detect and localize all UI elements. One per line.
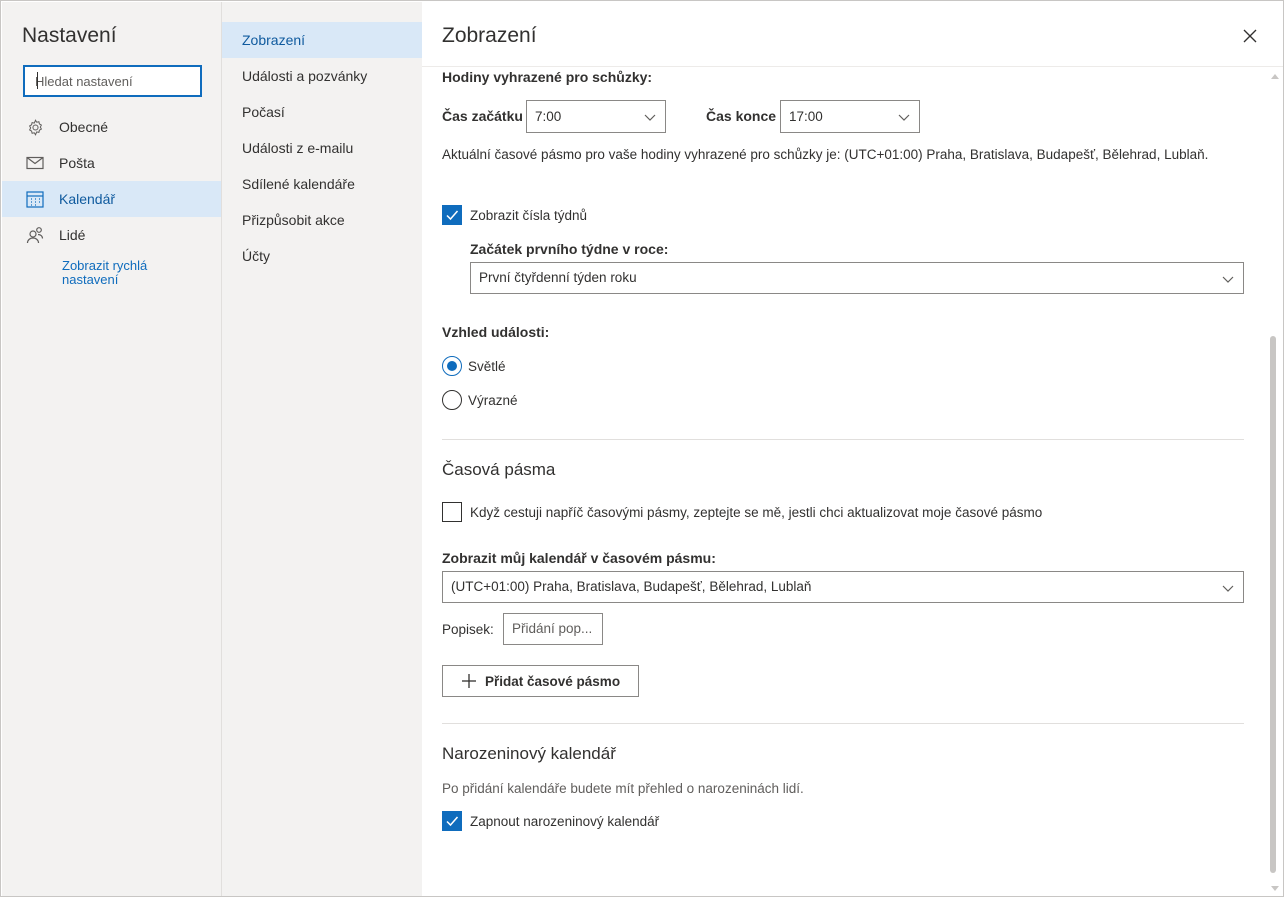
search-settings-input[interactable] xyxy=(23,65,202,97)
subsection-list: Zobrazení Události a pozvánky Počasí Udá… xyxy=(222,22,422,274)
appearance-light-label: Světlé xyxy=(468,359,506,374)
caption-label: Popisek: xyxy=(442,622,494,637)
scroll-up-arrow-icon[interactable] xyxy=(1271,74,1279,79)
close-icon[interactable] xyxy=(1240,26,1260,46)
time-zones-heading: Časová pásma xyxy=(442,460,556,479)
nav-item-calendar[interactable]: Kalendář xyxy=(2,181,221,217)
end-time-label: Čas konce xyxy=(706,108,777,124)
nav-item-mail[interactable]: Pošta xyxy=(2,145,221,181)
start-time-dropdown[interactable]: 7:00 xyxy=(526,100,666,133)
subnav-item-accounts[interactable]: Účty xyxy=(222,238,422,274)
scrollbar-thumb[interactable] xyxy=(1270,336,1276,873)
first-week-value: První čtyřdenní týden roku xyxy=(479,270,637,285)
nav-item-general[interactable]: Obecné xyxy=(2,109,221,145)
birthday-heading: Narozeninový kalendář xyxy=(442,744,616,763)
add-time-zone-button[interactable]: Přidat časové pásmo xyxy=(442,665,639,697)
chevron-down-icon xyxy=(898,114,910,121)
end-time-value: 17:00 xyxy=(789,109,823,124)
scrollbar[interactable] xyxy=(1267,68,1283,896)
section-divider xyxy=(442,439,1244,440)
settings-dialog: Nastavení Obecné xyxy=(0,0,1284,897)
chevron-down-icon xyxy=(1222,585,1234,592)
settings-title: Nastavení xyxy=(22,24,117,47)
subnav-item-customize-actions[interactable]: Přizpůsobit akce xyxy=(222,202,422,238)
calendar-subsection-nav: Zobrazení Události a pozvánky Počasí Udá… xyxy=(221,2,422,896)
first-week-label: Začátek prvního týdne v roce: xyxy=(470,241,669,257)
first-week-dropdown[interactable]: První čtyřdenní týden roku xyxy=(470,262,1244,294)
start-time-value: 7:00 xyxy=(535,109,562,124)
checkmark-icon xyxy=(446,210,459,221)
nav-item-label: Kalendář xyxy=(59,191,116,207)
display-timezone-value: (UTC+01:00) Praha, Bratislava, Budapešť,… xyxy=(451,579,812,594)
start-time-label: Čas začátku xyxy=(442,108,523,124)
subnav-item-events-from-email[interactable]: Události z e-mailu xyxy=(222,130,422,166)
settings-content-pane: Zobrazení Hodiny vyhrazené pro schůzky: … xyxy=(422,2,1283,896)
show-week-numbers-label: Zobrazit čísla týdnů xyxy=(470,208,588,223)
nav-item-label: Pošta xyxy=(59,155,95,171)
gear-icon xyxy=(26,118,44,136)
quick-settings-link[interactable]: Zobrazit rychlá nastavení xyxy=(62,259,202,287)
travel-timezone-label: Když cestuji napříč časovými pásmy, zept… xyxy=(470,505,1043,520)
subnav-item-weather[interactable]: Počasí xyxy=(222,94,422,130)
plus-icon xyxy=(462,674,476,688)
timezone-note: Aktuální časové pásmo pro vaše hodiny vy… xyxy=(442,147,1209,162)
pane-header: Zobrazení xyxy=(422,2,1283,67)
event-appearance-heading: Vzhled události: xyxy=(442,324,550,340)
checkmark-icon xyxy=(446,816,459,827)
birthday-calendar-label: Zapnout narozeninový kalendář xyxy=(470,814,660,829)
chevron-down-icon xyxy=(644,114,656,121)
subnav-item-shared-calendars[interactable]: Sdílené kalendáře xyxy=(222,166,422,202)
nav-item-label: Lidé xyxy=(59,227,86,243)
subnav-item-view[interactable]: Zobrazení xyxy=(222,22,422,58)
chevron-down-icon xyxy=(1222,276,1234,283)
show-week-numbers-checkbox[interactable] xyxy=(442,205,462,225)
birthday-description: Po přidání kalendáře budete mít přehled … xyxy=(442,781,804,796)
mail-icon xyxy=(26,154,44,172)
display-timezone-dropdown[interactable]: (UTC+01:00) Praha, Bratislava, Budapešť,… xyxy=(442,571,1244,603)
appearance-light-radio[interactable] xyxy=(442,356,462,376)
scroll-down-arrow-icon[interactable] xyxy=(1271,886,1279,891)
display-timezone-label: Zobrazit můj kalendář v časovém pásmu: xyxy=(442,550,716,566)
text-cursor xyxy=(37,72,38,89)
category-list: Obecné Pošta Kalendář Lidé xyxy=(2,109,221,253)
nav-item-label: Obecné xyxy=(59,119,109,135)
appearance-bold-radio[interactable] xyxy=(442,390,462,410)
add-time-zone-label: Přidat časové pásmo xyxy=(485,673,621,689)
settings-category-nav: Nastavení Obecné xyxy=(2,2,221,896)
end-time-dropdown[interactable]: 17:00 xyxy=(780,100,920,133)
people-icon xyxy=(26,226,44,244)
section-divider xyxy=(442,723,1244,724)
calendar-icon xyxy=(26,190,44,208)
birthday-calendar-checkbox[interactable] xyxy=(442,811,462,831)
caption-input[interactable]: Přidání pop... xyxy=(503,613,603,645)
nav-item-people[interactable]: Lidé xyxy=(2,217,221,253)
appearance-bold-label: Výrazné xyxy=(468,393,518,408)
travel-timezone-checkbox[interactable] xyxy=(442,502,462,522)
meeting-hours-heading: Hodiny vyhrazené pro schůzky: xyxy=(442,69,653,85)
pane-title: Zobrazení xyxy=(442,24,537,47)
subnav-item-events-invitations[interactable]: Události a pozvánky xyxy=(222,58,422,94)
